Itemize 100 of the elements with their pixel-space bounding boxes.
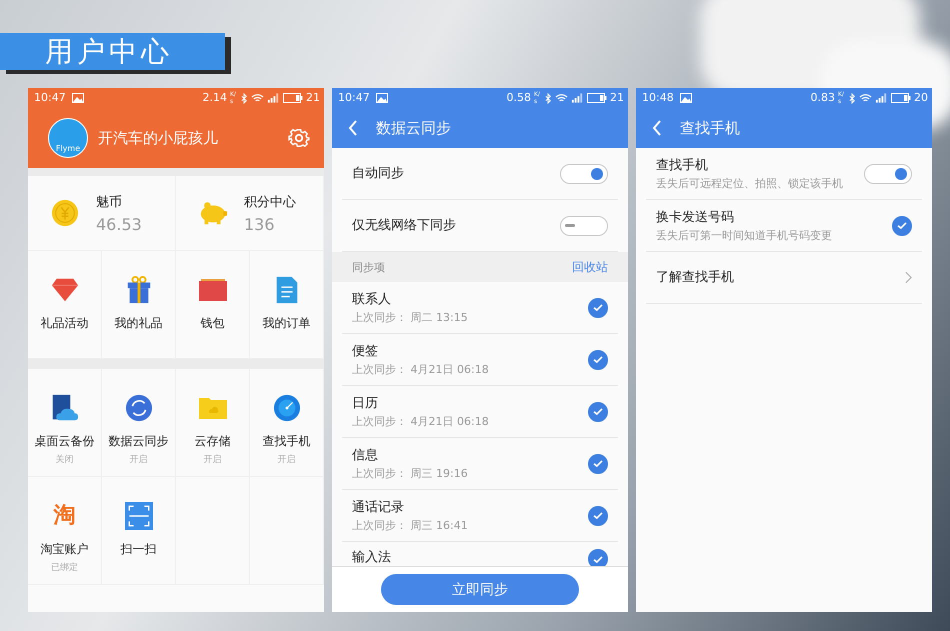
service-tile[interactable]: 扫一扫 bbox=[102, 477, 176, 585]
checkbox[interactable] bbox=[588, 549, 608, 566]
last-sync-time: 上次同步： 周三 16:41 bbox=[352, 518, 468, 532]
screen-title: 查找手机 bbox=[680, 118, 740, 138]
screen-title: 数据云同步 bbox=[376, 118, 451, 138]
setting-label: 仅无线网络下同步 bbox=[352, 217, 456, 234]
shortcut-label: 礼品活动 bbox=[40, 315, 88, 332]
sync-item[interactable]: 信息 上次同步： 周三 19:16 bbox=[342, 438, 618, 490]
item-name: 信息 bbox=[352, 446, 379, 464]
image-icon bbox=[376, 93, 388, 103]
signal-icon bbox=[267, 93, 280, 103]
setting-row[interactable]: 了解查找手机 bbox=[646, 252, 922, 304]
service-tile[interactable]: 淘 淘宝账户 已绑定 bbox=[28, 477, 102, 585]
item-name: 输入法 bbox=[352, 549, 391, 566]
service-tile[interactable]: 查找手机 开启 bbox=[250, 369, 324, 477]
shortcut-label: 我的订单 bbox=[262, 315, 310, 332]
service-status: 开启 bbox=[130, 454, 148, 466]
last-sync-time: 上次同步： 周三 19:16 bbox=[352, 466, 468, 480]
coin-icon bbox=[50, 199, 80, 227]
item-name: 便签 bbox=[352, 342, 379, 360]
setting-row[interactable]: 换卡发送号码 丢失后可第一时间知道手机号码变更 bbox=[646, 200, 922, 252]
item-name: 日历 bbox=[352, 394, 379, 412]
battery-level: 20 bbox=[914, 92, 928, 104]
service-tile[interactable]: 桌面云备份 关闭 bbox=[28, 369, 102, 477]
bluetooth-icon bbox=[545, 92, 552, 104]
bluetooth-icon bbox=[849, 92, 856, 104]
shortcut-tile[interactable]: 钱包 bbox=[176, 251, 250, 359]
checkmark-icon bbox=[593, 408, 603, 415]
taobao-glyph: 淘 bbox=[54, 502, 76, 530]
sync-item[interactable]: 通话记录 上次同步： 周三 16:41 bbox=[342, 490, 618, 542]
sync-item[interactable]: 日历 上次同步： 4月21日 06:18 bbox=[342, 386, 618, 438]
service-status: 关闭 bbox=[56, 454, 74, 466]
user-name: 开汽车的小屁孩儿 bbox=[98, 128, 219, 148]
battery-icon bbox=[891, 93, 911, 103]
wifi-icon bbox=[859, 93, 872, 103]
gem-icon bbox=[50, 276, 78, 304]
wallet-value: 46.53 bbox=[96, 214, 142, 234]
image-icon bbox=[680, 93, 692, 103]
wallet-tile[interactable]: 魅币 46.53 bbox=[28, 176, 176, 250]
service-tile[interactable]: 云存储 开启 bbox=[176, 369, 250, 477]
shortcut-tile[interactable]: 我的订单 bbox=[250, 251, 324, 359]
sync-item[interactable]: 便签 上次同步： 4月21日 06:18 bbox=[342, 334, 618, 386]
cloud-backup-icon bbox=[50, 394, 78, 422]
shortcut-label: 钱包 bbox=[200, 315, 224, 332]
setting-row[interactable]: 查找手机 丢失后可远程定位、拍照、锁定该手机 bbox=[646, 148, 922, 200]
setting-row[interactable]: 自动同步 bbox=[342, 148, 618, 200]
shortcut-label: 我的礼品 bbox=[114, 315, 162, 332]
service-label: 扫一扫 bbox=[120, 541, 156, 558]
wifi-icon bbox=[251, 93, 264, 103]
status-time: 10:48 bbox=[642, 92, 674, 104]
setting-label: 查找手机 bbox=[656, 156, 709, 174]
item-name: 通话记录 bbox=[352, 498, 405, 516]
last-sync-time: 上次同步： 4月21日 06:18 bbox=[352, 362, 489, 376]
back-icon[interactable] bbox=[348, 120, 358, 136]
setting-label: 换卡发送号码 bbox=[656, 208, 735, 226]
wallet-label: 魅币 bbox=[96, 194, 123, 210]
radar-icon bbox=[272, 394, 300, 422]
data-rate: 2.14 bbox=[202, 92, 227, 104]
service-tile[interactable]: 数据云同步 开启 bbox=[102, 369, 176, 477]
checkmark-icon bbox=[897, 222, 907, 229]
service-label: 查找手机 bbox=[262, 433, 310, 450]
back-icon[interactable] bbox=[652, 120, 662, 136]
checkbox[interactable] bbox=[892, 216, 912, 236]
setting-label: 了解查找手机 bbox=[656, 269, 734, 286]
setting-description: 丢失后可远程定位、拍照、锁定该手机 bbox=[656, 176, 843, 190]
last-sync-time: 上次同步： 周二 13:15 bbox=[352, 310, 468, 324]
checkmark-icon bbox=[593, 460, 603, 467]
checkmark-icon bbox=[593, 556, 603, 562]
settings-icon[interactable] bbox=[288, 127, 310, 149]
battery-icon bbox=[587, 93, 607, 103]
piggy-bank-icon bbox=[198, 199, 228, 227]
sync-now-button[interactable]: 立即同步 bbox=[381, 574, 579, 605]
checkbox[interactable] bbox=[588, 454, 608, 474]
service-label: 云存储 bbox=[194, 433, 230, 450]
status-time: 10:47 bbox=[338, 92, 370, 104]
scan-icon bbox=[124, 502, 152, 530]
checkbox[interactable] bbox=[588, 298, 608, 318]
toggle-switch[interactable] bbox=[560, 216, 608, 236]
service-status: 开启 bbox=[204, 454, 222, 466]
service-label: 桌面云备份 bbox=[34, 433, 94, 450]
checkmark-icon bbox=[593, 512, 603, 519]
sync-item[interactable]: 联系人 上次同步： 周二 13:15 bbox=[342, 282, 618, 334]
chevron-right-icon bbox=[905, 271, 912, 284]
page-title: 用户中心 bbox=[0, 33, 225, 70]
checkmark-icon bbox=[593, 304, 603, 311]
setting-description: 丢失后可第一时间知道手机号码变更 bbox=[656, 228, 832, 242]
signal-icon bbox=[571, 93, 584, 103]
service-label: 淘宝账户 bbox=[40, 541, 88, 558]
toggle-switch[interactable] bbox=[560, 164, 608, 184]
toggle-switch[interactable] bbox=[864, 164, 912, 184]
wallet-value: 136 bbox=[244, 214, 276, 234]
wallet-tile[interactable]: 积分中心 136 bbox=[176, 176, 324, 250]
bluetooth-icon bbox=[241, 92, 248, 104]
checkbox[interactable] bbox=[588, 350, 608, 370]
battery-icon bbox=[283, 93, 303, 103]
checkbox[interactable] bbox=[588, 402, 608, 422]
checkbox[interactable] bbox=[588, 506, 608, 526]
signal-icon bbox=[875, 93, 888, 103]
item-name: 联系人 bbox=[352, 290, 392, 308]
setting-label: 自动同步 bbox=[352, 165, 404, 182]
